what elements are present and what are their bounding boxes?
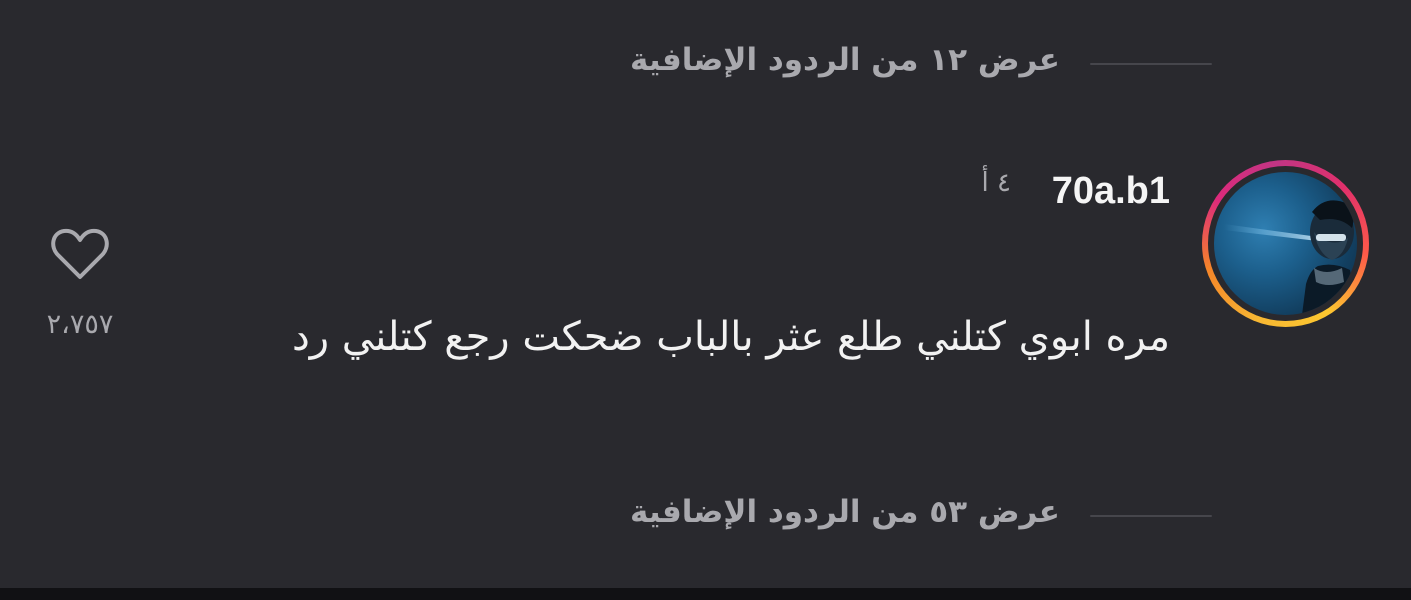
view-more-replies-label: عرض ٥٣ من الردود الإضافية	[630, 494, 1060, 530]
avatar-ring-gap	[1208, 166, 1363, 321]
view-more-replies-label: عرض ١٢ من الردود الإضافية	[630, 42, 1060, 78]
view-more-replies-button-top[interactable]: عرض ١٢ من الردود الإضافية	[560, 38, 1220, 88]
replies-divider-line	[1090, 515, 1212, 517]
comment-timestamp: ٤ أ	[981, 168, 1011, 198]
comment-text: مره ابوي كتلني طلع عثر بالباب ضحكت رجع ك…	[291, 314, 1170, 360]
like-count: ٢،٧٥٧	[46, 309, 114, 340]
replies-divider-line	[1090, 63, 1212, 65]
comment-username[interactable]: 70a.b1	[1052, 170, 1170, 213]
screen-bottom-edge	[0, 588, 1411, 600]
view-more-replies-button-bottom[interactable]: عرض ٥٣ من الردود الإضافية	[560, 490, 1220, 540]
avatar	[1214, 172, 1357, 315]
comments-panel: عرض ١٢ من الردود الإضافية 70a.b1 ٤ أ مره…	[0, 0, 1411, 588]
heart-outline-icon[interactable]	[40, 225, 120, 283]
avatar-story-ring[interactable]	[1202, 160, 1369, 327]
like-button[interactable]: ٢،٧٥٧	[40, 225, 120, 340]
avatar-image	[1224, 200, 1357, 315]
